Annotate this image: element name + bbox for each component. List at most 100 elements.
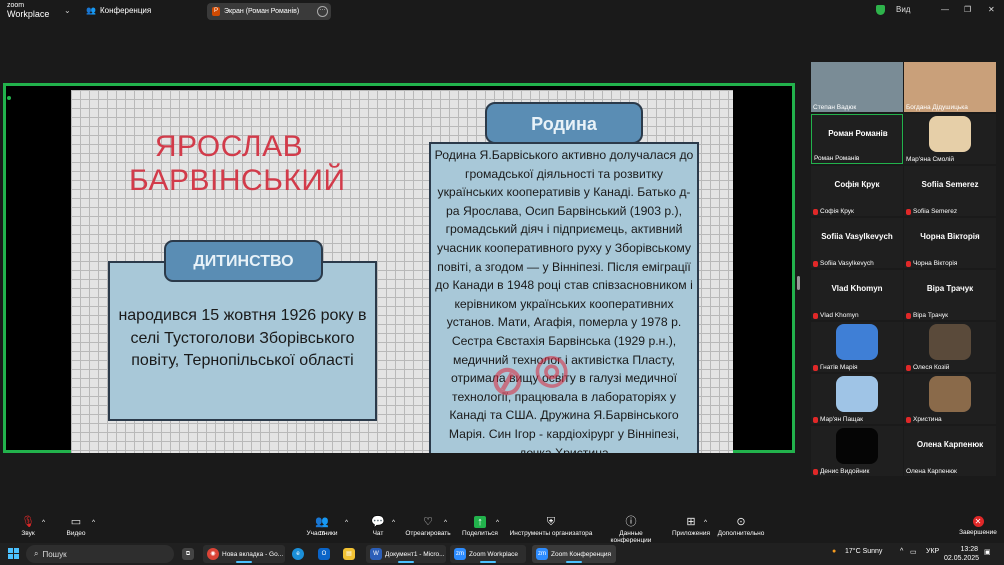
participant-gallery: Степан Вадюк Богдана Дідушицька Роман Рома… xyxy=(811,62,997,476)
participant-tile[interactable]: Роман Романів Роман Романів xyxy=(811,114,903,164)
tray-chevron-icon[interactable]: ^ xyxy=(900,548,903,555)
chat-button[interactable]: 💬 Чат xyxy=(367,516,389,537)
more-options-icon[interactable]: ··· xyxy=(317,6,328,17)
participant-display-name: Роман Романів xyxy=(828,129,888,138)
audio-button[interactable]: 🎙 Звук xyxy=(16,516,40,537)
outlook-icon[interactable]: O xyxy=(318,545,330,563)
minimize-icon[interactable]: — xyxy=(941,5,949,14)
meeting-menu[interactable]: 👥 Конференция xyxy=(86,6,151,15)
language-indicator[interactable]: УКР xyxy=(926,548,939,555)
participant-name: Мар'яна Смолій xyxy=(906,156,954,163)
mic-muted-icon: 🎙 xyxy=(21,516,35,528)
participant-tile[interactable]: Христина xyxy=(904,374,996,424)
mic-muted-icon xyxy=(813,364,818,371)
family-box: Родина Я.Барвіського активно долучалася … xyxy=(429,142,699,453)
participant-tile[interactable]: Чорна Вікторія Чорна Вікторія xyxy=(904,218,996,268)
zoom-top-bar: zoom Workplace ⌄ 👥 Конференция P Экран (… xyxy=(0,0,1004,24)
participant-name: Чорна Вікторія xyxy=(913,260,958,267)
task-zoom-meeting[interactable]: zm Zoom Конференция xyxy=(532,545,616,563)
participant-tile[interactable]: Vlad Khomyn Vlad Khomyn xyxy=(811,270,903,320)
mic-muted-icon xyxy=(906,364,911,371)
participant-name-label: Олеся Козій xyxy=(906,364,949,371)
participant-tile[interactable]: Олеся Козій xyxy=(904,322,996,372)
participant-name-label: Олена Карпенюк xyxy=(906,468,957,475)
shield-icon[interactable] xyxy=(876,5,885,15)
participant-tile[interactable]: Софія Крук Софія Крук xyxy=(811,166,903,216)
apps-caret-icon[interactable]: ^ xyxy=(704,519,707,526)
task-zoom-workplace[interactable]: zm Zoom Workplace xyxy=(450,545,526,563)
participant-tile[interactable]: Степан Вадюк xyxy=(811,62,903,112)
participant-tile[interactable]: Sofiia Vasylkevych Sofiia Vasylkevych xyxy=(811,218,903,268)
close-icon[interactable]: ✕ xyxy=(988,5,995,14)
zoom-meeting-icon: zm xyxy=(536,548,548,560)
meeting-info-label: Данные конференции xyxy=(610,530,652,544)
participant-tile[interactable]: Sofiia Semerez Sofiia Semerez xyxy=(904,166,996,216)
share-screen-icon: ↑ xyxy=(474,516,486,528)
video-label: Видео xyxy=(66,530,86,537)
network-icon[interactable]: ▭ xyxy=(910,548,917,556)
participant-tile[interactable]: Мар'ян Пащак xyxy=(811,374,903,424)
participant-name: Sofiia Vasylkevych xyxy=(820,260,874,267)
participants-button[interactable]: 👥16 Участники xyxy=(302,516,342,537)
family-text: Родина Я.Барвіського активно долучалася … xyxy=(434,148,694,453)
chevron-down-icon[interactable]: ⌄ xyxy=(64,6,71,15)
apps-icon: ⊞ xyxy=(686,516,696,528)
windows-start-icon[interactable] xyxy=(8,548,19,559)
participant-tile[interactable]: Гнатів Марія xyxy=(811,322,903,372)
participant-tile[interactable]: Богдана Дідушицька xyxy=(904,62,996,112)
more-icon: ⊙ xyxy=(736,516,746,528)
weather-label[interactable]: 17°C Sunny xyxy=(845,548,882,555)
video-button[interactable]: ▭ Видео xyxy=(63,516,89,537)
clock[interactable]: 13:28 02.05.2025 xyxy=(944,545,980,563)
end-meeting-button[interactable]: ✕ Завершение xyxy=(958,516,998,536)
participant-tile[interactable]: Денис Видойник xyxy=(811,426,903,476)
audio-caret-icon[interactable]: ^ xyxy=(42,519,45,526)
more-button[interactable]: ⊙ Дополнительно xyxy=(716,516,766,537)
weather-icon: ● xyxy=(832,548,837,555)
avatar xyxy=(836,428,878,464)
host-tools-button[interactable]: ⛨ Инструменты организатора xyxy=(508,516,594,537)
participant-name-label: Sofiia Vasylkevych xyxy=(813,260,874,267)
participant-tile[interactable]: Олена Карпенюк Олена Карпенюк xyxy=(904,426,996,476)
zoom-icon: zm xyxy=(454,548,466,560)
react-caret-icon[interactable]: ^ xyxy=(444,519,447,526)
participant-name-label: Денис Видойник xyxy=(813,468,869,475)
share-caret-icon[interactable]: ^ xyxy=(496,519,499,526)
participant-display-name: Софія Крук xyxy=(834,180,880,189)
participant-name: Мар'ян Пащак xyxy=(820,416,863,423)
task-view-icon[interactable]: ⧉ xyxy=(182,545,194,563)
chat-label: Чат xyxy=(372,530,384,537)
restore-icon[interactable]: ❐ xyxy=(964,5,971,14)
participants-caret-icon[interactable]: ^ xyxy=(345,519,348,526)
meeting-info-button[interactable]: ⓘ Данные конференции xyxy=(598,516,664,544)
presentation-slide: ЯРОСЛАВ БАРВІНСЬКИЙ народився 15 жовтня … xyxy=(71,90,733,453)
clock-date: 02.05.2025 xyxy=(944,555,980,562)
mic-muted-icon xyxy=(906,312,911,319)
task-word[interactable]: W Документ1 - Micro... xyxy=(366,545,446,563)
explorer-icon[interactable]: ▤ xyxy=(343,545,355,563)
notifications-icon[interactable]: ▣ xyxy=(984,548,991,556)
task-chrome[interactable]: ◉ Нова вкладка - Go... xyxy=(203,545,285,563)
participant-name-label: Мар'ян Пащак xyxy=(813,416,863,423)
video-camera-icon: ▭ xyxy=(70,516,82,528)
video-caret-icon[interactable]: ^ xyxy=(92,519,95,526)
apps-label: Приложения xyxy=(671,530,711,537)
host-tools-label: Инструменты организатора xyxy=(509,530,593,537)
edge-icon[interactable]: e xyxy=(292,545,304,563)
resize-handle[interactable] xyxy=(797,276,800,290)
share-button[interactable]: ↑ Поделиться xyxy=(460,516,500,537)
taskbar-search[interactable]: ⌕ Пошук xyxy=(26,545,174,563)
childhood-tag: ДИТИНСТВО xyxy=(164,240,323,282)
view-button[interactable]: Вид xyxy=(896,5,910,14)
participant-name: Vlad Khomyn xyxy=(820,312,859,319)
participant-name: Гнатів Марія xyxy=(820,364,858,371)
participant-tile[interactable]: Віра Трачук Віра Трачук xyxy=(904,270,996,320)
participant-name: Христина xyxy=(913,416,942,423)
participant-tile[interactable]: Мар'яна Смолій xyxy=(904,114,996,164)
chat-caret-icon[interactable]: ^ xyxy=(392,519,395,526)
chat-icon: 💬 xyxy=(371,516,385,528)
participant-display-name: Олена Карпенюк xyxy=(916,440,984,449)
mic-muted-icon xyxy=(906,260,911,267)
share-indicator[interactable]: P Экран (Роман Романів) ··· xyxy=(207,3,331,20)
search-icon: ⌕ xyxy=(34,549,39,558)
